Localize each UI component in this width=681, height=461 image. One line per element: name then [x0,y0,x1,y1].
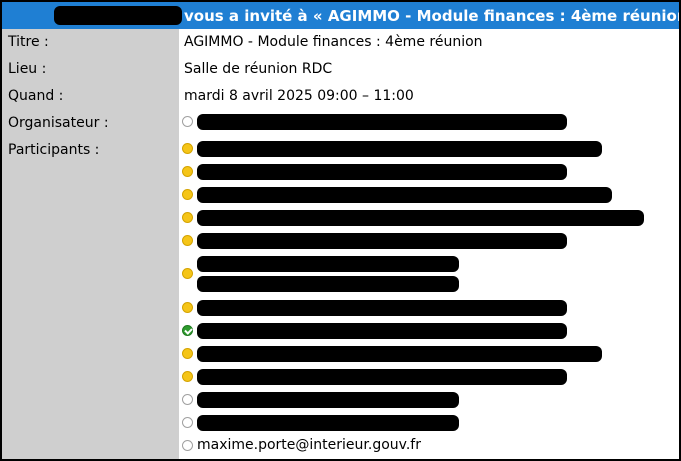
redacted-participant [197,323,567,339]
redacted-participant [197,415,459,431]
status-pending-icon [182,268,193,279]
status-accepted-icon [182,325,193,336]
organisateur-label: Organisateur : [8,115,109,131]
status-pending-icon [182,166,193,177]
redacted-participant [197,346,602,362]
redacted-participant [197,392,459,408]
lieu-value: Salle de réunion RDC [184,61,333,77]
redacted-participant [197,233,567,249]
status-pending-icon [182,235,193,246]
status-none-icon [182,440,193,451]
status-none-icon [182,417,193,428]
lieu-label: Lieu : [8,61,47,77]
redacted-participant [197,164,567,180]
status-pending-icon [182,212,193,223]
status-pending-icon [182,189,193,200]
status-pending-icon [182,302,193,313]
redacted-participant [197,210,644,226]
quand-label: Quand : [8,88,64,104]
redacted-participant [197,256,459,272]
redacted-participant [197,300,567,316]
redacted-participant [197,187,612,203]
participant-email: maxime.porte@interieur.gouv.fr [197,437,421,453]
status-pending-icon [182,348,193,359]
titre-value: AGIMMO - Module finances : 4ème réunion [184,34,483,50]
invitation-header: vous a invité à « AGIMMO - Module financ… [2,2,679,29]
status-none-icon [182,116,193,127]
redacted-organizer [197,114,567,130]
status-pending-icon [182,143,193,154]
invitation-title: vous a invité à « AGIMMO - Module financ… [184,7,681,25]
redacted-participant [197,141,602,157]
participants-label: Participants : [8,142,100,158]
status-none-icon [182,394,193,405]
quand-value: mardi 8 avril 2025 09:00 – 11:00 [184,88,414,104]
status-pending-icon [182,371,193,382]
titre-label: Titre : [8,34,49,50]
invitation-panel: vous a invité à « AGIMMO - Module financ… [0,0,681,461]
redacted-participant [197,369,567,385]
redacted-inviter-name [54,6,182,25]
redacted-participant [197,276,459,292]
